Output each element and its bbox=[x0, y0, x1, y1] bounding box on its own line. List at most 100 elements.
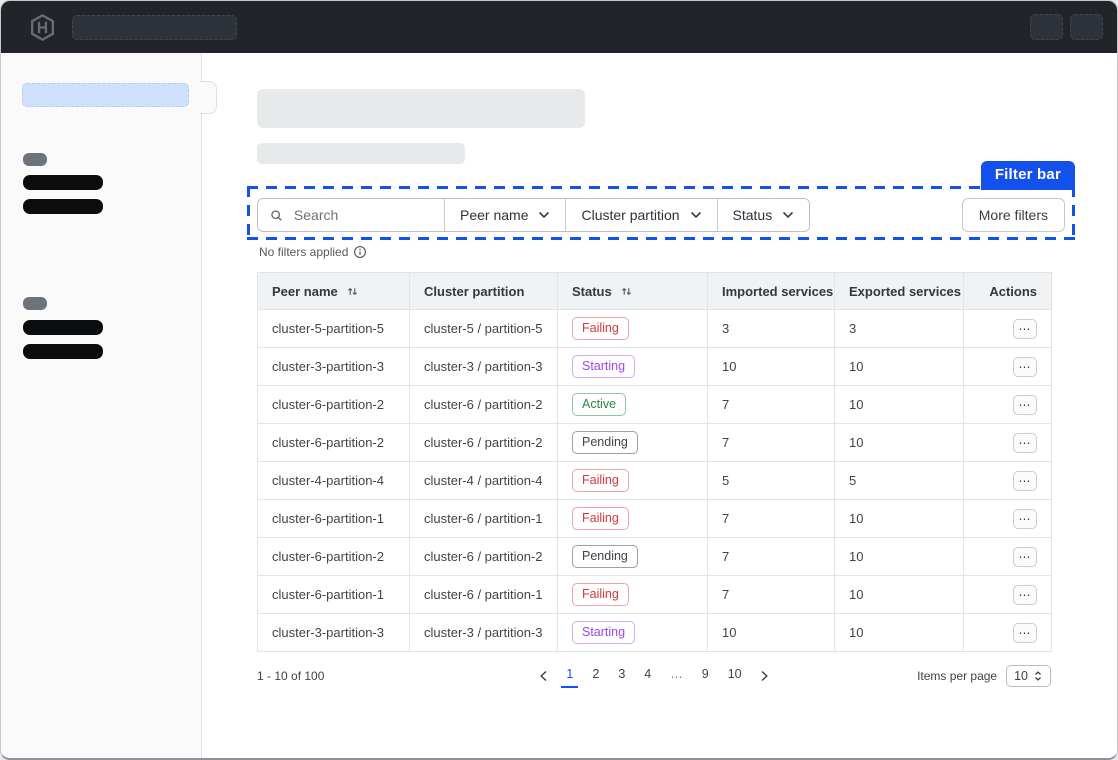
search-field[interactable] bbox=[258, 199, 444, 231]
row-actions-button[interactable]: ⋯ bbox=[1013, 357, 1037, 377]
status-filter-dropdown[interactable]: Status bbox=[717, 199, 810, 231]
nav-search-skeleton[interactable] bbox=[72, 15, 237, 40]
cell-exported-services: 5 bbox=[835, 462, 964, 500]
table-row: cluster-6-partition-1 cluster-6 / partit… bbox=[258, 500, 1052, 538]
sidebar-link-skeleton[interactable] bbox=[23, 320, 103, 335]
cell-exported-services: 10 bbox=[835, 576, 964, 614]
cell-imported-services: 7 bbox=[708, 500, 835, 538]
cell-cluster-partition: cluster-4 / partition-4 bbox=[410, 462, 558, 500]
peers-table: Peer name Cluster partition Status bbox=[257, 272, 1052, 652]
search-icon bbox=[270, 208, 283, 223]
status-badge: Pending bbox=[572, 545, 638, 568]
sidebar-link-skeleton[interactable] bbox=[23, 199, 103, 214]
cell-cluster-partition: cluster-6 / partition-1 bbox=[410, 576, 558, 614]
pager: 1234 … 9 10 bbox=[535, 664, 772, 688]
info-icon[interactable] bbox=[353, 245, 367, 259]
cell-exported-services: 10 bbox=[835, 348, 964, 386]
page-number[interactable]: 10 bbox=[723, 664, 747, 688]
table-header-row: Peer name Cluster partition Status bbox=[258, 273, 1052, 310]
next-page-button[interactable] bbox=[756, 668, 773, 684]
cell-exported-services: 10 bbox=[835, 538, 964, 576]
column-header-status[interactable]: Status bbox=[558, 273, 708, 310]
cell-cluster-partition: cluster-6 / partition-2 bbox=[410, 386, 558, 424]
nav-button-skeleton[interactable] bbox=[1070, 14, 1103, 40]
cell-exported-services: 10 bbox=[835, 614, 964, 652]
page-number[interactable]: 1 bbox=[561, 664, 578, 688]
row-actions-button[interactable]: ⋯ bbox=[1013, 547, 1037, 567]
table-row: cluster-5-partition-5 cluster-5 / partit… bbox=[258, 310, 1052, 348]
pagination-bar: 1 - 10 of 100 1234…910 Items per page bbox=[257, 664, 1051, 688]
cell-imported-services: 7 bbox=[708, 424, 835, 462]
sidebar-active-item-skeleton[interactable] bbox=[22, 83, 189, 107]
page-number[interactable]: 4 bbox=[639, 664, 656, 688]
cell-peer-name: cluster-4-partition-4 bbox=[258, 462, 410, 500]
cell-peer-name: cluster-6-partition-1 bbox=[258, 576, 410, 614]
table-row: cluster-3-partition-3 cluster-3 / partit… bbox=[258, 348, 1052, 386]
row-actions-button[interactable]: ⋯ bbox=[1013, 585, 1037, 605]
row-actions-button[interactable]: ⋯ bbox=[1013, 433, 1037, 453]
filter-bar-annotated-region: Filter bar Peer name bbox=[247, 186, 1075, 240]
cell-peer-name: cluster-6-partition-2 bbox=[258, 538, 410, 576]
column-header-exported-services[interactable]: Exported services bbox=[835, 273, 964, 310]
chevron-down-icon bbox=[690, 211, 702, 219]
prev-page-button[interactable] bbox=[535, 668, 552, 684]
more-filters-button[interactable]: More filters bbox=[962, 198, 1065, 232]
cell-exported-services: 3 bbox=[835, 310, 964, 348]
page-subtitle-skeleton bbox=[257, 143, 465, 164]
table-row: cluster-6-partition-2 cluster-6 / partit… bbox=[258, 386, 1052, 424]
row-actions-button[interactable]: ⋯ bbox=[1013, 319, 1037, 339]
cell-peer-name: cluster-3-partition-3 bbox=[258, 348, 410, 386]
pagination-range-text: 1 - 10 of 100 bbox=[257, 669, 535, 683]
cell-imported-services: 10 bbox=[708, 614, 835, 652]
items-per-page-select[interactable]: 10 bbox=[1006, 665, 1051, 687]
cell-imported-services: 3 bbox=[708, 310, 835, 348]
sort-icon[interactable] bbox=[346, 285, 359, 298]
page-number[interactable]: 2 bbox=[587, 664, 604, 688]
cell-peer-name: cluster-3-partition-3 bbox=[258, 614, 410, 652]
app-window: Filter bar Peer name bbox=[0, 0, 1118, 760]
status-badge: Starting bbox=[572, 621, 635, 644]
page-ellipsis: … bbox=[665, 664, 688, 688]
row-actions-button[interactable]: ⋯ bbox=[1013, 395, 1037, 415]
sidebar-section-label-skeleton bbox=[23, 153, 47, 166]
status-badge: Failing bbox=[572, 469, 629, 492]
cell-peer-name: cluster-6-partition-1 bbox=[258, 500, 410, 538]
cell-cluster-partition: cluster-6 / partition-2 bbox=[410, 538, 558, 576]
hashicorp-logo-icon bbox=[28, 13, 57, 42]
sidebar-collapse-handle[interactable] bbox=[200, 81, 217, 114]
peer-name-filter-dropdown[interactable]: Peer name bbox=[444, 199, 565, 231]
sidebar-link-skeleton[interactable] bbox=[23, 344, 103, 359]
column-header-peer-name[interactable]: Peer name bbox=[258, 273, 410, 310]
cell-cluster-partition: cluster-5 / partition-5 bbox=[410, 310, 558, 348]
column-header-cluster-partition[interactable]: Cluster partition bbox=[410, 273, 558, 310]
nav-button-skeleton[interactable] bbox=[1030, 14, 1063, 40]
status-badge: Active bbox=[572, 393, 626, 416]
cell-cluster-partition: cluster-3 / partition-3 bbox=[410, 614, 558, 652]
filter-group: Peer name Cluster partition Status bbox=[257, 198, 810, 232]
sidebar-link-skeleton[interactable] bbox=[23, 175, 103, 190]
cluster-partition-filter-dropdown[interactable]: Cluster partition bbox=[565, 199, 716, 231]
top-nav bbox=[1, 1, 1117, 53]
chevron-right-icon bbox=[760, 670, 769, 682]
row-actions-button[interactable]: ⋯ bbox=[1013, 471, 1037, 491]
cell-peer-name: cluster-6-partition-2 bbox=[258, 386, 410, 424]
cell-imported-services: 7 bbox=[708, 386, 835, 424]
search-input[interactable] bbox=[292, 206, 432, 224]
page-number[interactable]: 3 bbox=[613, 664, 630, 688]
page-number[interactable]: 9 bbox=[697, 664, 714, 688]
cell-exported-services: 10 bbox=[835, 386, 964, 424]
sort-icon[interactable] bbox=[620, 285, 633, 298]
row-actions-button[interactable]: ⋯ bbox=[1013, 623, 1037, 643]
cell-cluster-partition: cluster-6 / partition-2 bbox=[410, 424, 558, 462]
column-header-actions: Actions bbox=[964, 273, 1052, 310]
cell-imported-services: 7 bbox=[708, 538, 835, 576]
cell-peer-name: cluster-6-partition-2 bbox=[258, 424, 410, 462]
column-header-imported-services[interactable]: Imported services bbox=[708, 273, 835, 310]
cell-cluster-partition: cluster-6 / partition-1 bbox=[410, 500, 558, 538]
cell-cluster-partition: cluster-3 / partition-3 bbox=[410, 348, 558, 386]
row-actions-button[interactable]: ⋯ bbox=[1013, 509, 1037, 529]
status-badge: Failing bbox=[572, 317, 629, 340]
cell-peer-name: cluster-5-partition-5 bbox=[258, 310, 410, 348]
table-row: cluster-3-partition-3 cluster-3 / partit… bbox=[258, 614, 1052, 652]
chevron-down-icon bbox=[782, 211, 794, 219]
